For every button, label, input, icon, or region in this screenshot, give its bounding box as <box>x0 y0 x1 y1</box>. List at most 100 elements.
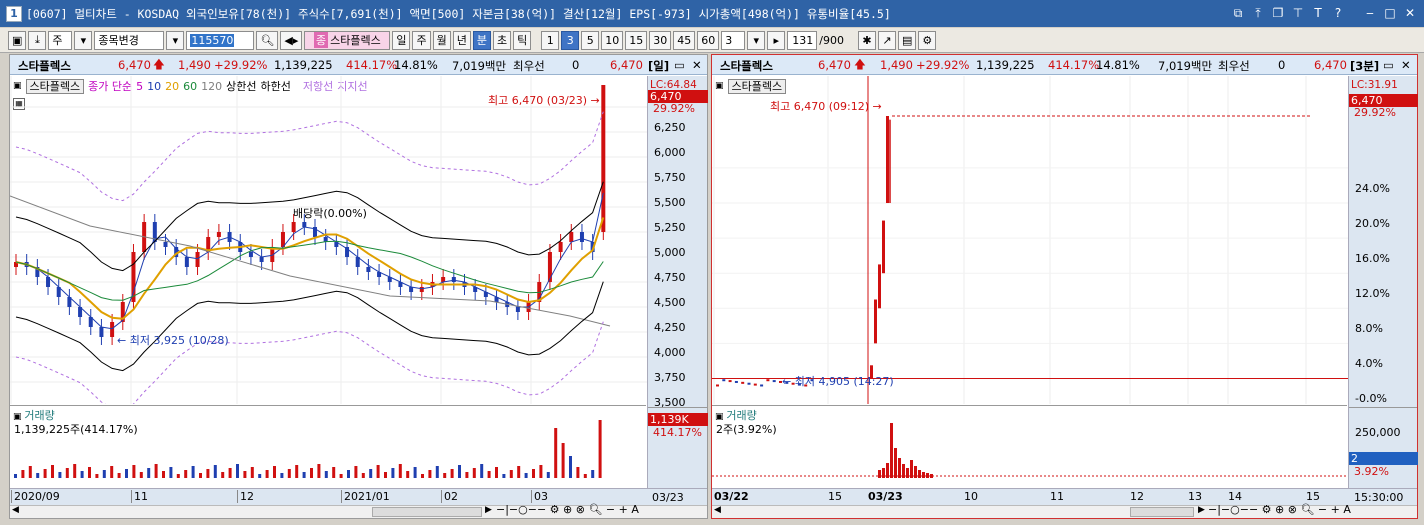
period-week[interactable]: 주 <box>412 30 431 50</box>
count-select[interactable]: 3 <box>721 30 746 50</box>
volume-bar <box>236 464 239 478</box>
close-panel-icon[interactable]: ✕ <box>1401 58 1411 72</box>
pin-top-icon[interactable]: ⤒ <box>1250 4 1266 22</box>
search-icon[interactable]: 🔍︎ <box>256 30 279 50</box>
stock-name-field[interactable]: 종 스타플렉스 <box>304 30 391 50</box>
volume-bar <box>898 458 901 478</box>
x-tick-label: 11 <box>131 490 148 503</box>
volume-bar <box>458 465 461 478</box>
minimize-button[interactable]: ‒ <box>1362 4 1378 22</box>
candle <box>441 277 446 282</box>
volume-bar <box>228 468 232 478</box>
minute-price-chart[interactable] <box>712 76 1348 404</box>
scroll-right-icon[interactable]: ▶ <box>485 505 492 515</box>
candle <box>547 252 552 282</box>
volume-bar <box>206 469 210 478</box>
candle <box>291 222 296 232</box>
speaker-icon[interactable]: ◀▸ <box>280 30 303 50</box>
volume-bar <box>361 473 365 478</box>
candle <box>716 384 719 387</box>
period-month[interactable]: 월 <box>432 30 451 50</box>
trend-icon[interactable]: ↗ <box>877 30 896 50</box>
stock-change-dropdown-icon[interactable]: ▾ <box>166 30 185 50</box>
horizontal-scrollbar[interactable]: ◀ ▶ −|−○−− ⚙ ⊕ ⊗ 🔍︎ − + A <box>10 503 707 518</box>
change-pct: +29.92% <box>916 58 970 72</box>
close-panel-icon[interactable]: ✕ <box>692 58 702 72</box>
volume-bar <box>324 471 328 478</box>
zoom-controls[interactable]: −|−○−− ⚙ ⊕ ⊗ 🔍︎ − + A <box>496 503 639 516</box>
zoom-controls[interactable]: −|−○−− ⚙ ⊕ ⊗ 🔍︎ − + A <box>1208 503 1351 516</box>
settings-icon[interactable]: ⚙ <box>918 30 937 50</box>
indicator-icon[interactable]: ✱ <box>857 30 876 50</box>
interval-60[interactable]: 60 <box>697 30 720 50</box>
link-icon[interactable]: ⧉ <box>1230 4 1246 22</box>
daily-price-chart[interactable] <box>10 76 647 404</box>
y-tick-label: 4,250 <box>654 321 686 334</box>
interval-30[interactable]: 30 <box>649 30 672 50</box>
save-icon[interactable]: ▤ <box>897 30 917 50</box>
restore-panel-icon[interactable]: ▭ <box>1383 58 1394 72</box>
date-box: 03/23 <box>652 491 684 504</box>
restore-panel-icon[interactable]: ▭ <box>674 58 685 72</box>
scroll-left-icon[interactable]: ◀ <box>714 505 721 515</box>
maximize-button[interactable]: □ <box>1382 4 1398 22</box>
candle <box>409 287 414 292</box>
count-dropdown-icon[interactable]: ▾ <box>747 30 766 50</box>
volume-bar <box>243 471 247 478</box>
daily-volume-chart[interactable] <box>10 406 647 478</box>
app-icon[interactable]: 1 <box>6 5 22 22</box>
period-tick[interactable]: 틱 <box>513 30 532 50</box>
volume-bar <box>280 473 284 478</box>
volume-bar <box>910 460 913 478</box>
pin-icon[interactable]: ⊤ <box>1290 4 1306 22</box>
code-input[interactable]: 115570 <box>186 30 255 50</box>
horizontal-scrollbar[interactable]: ◀ ▶ −|−○−− ⚙ ⊕ ⊗ 🔍︎ − + A <box>712 503 1417 518</box>
interval-10[interactable]: 10 <box>601 30 624 50</box>
market-dropdown-icon[interactable]: ▾ <box>74 30 93 50</box>
market-select[interactable]: 주 <box>48 30 73 50</box>
scroll-left-icon[interactable]: ◀ <box>12 505 19 515</box>
volume-tag: 1,139K <box>648 413 708 426</box>
volume-bar <box>213 465 217 478</box>
interval-15[interactable]: 15 <box>625 30 648 50</box>
candle <box>216 232 221 237</box>
volume-bar <box>428 470 432 478</box>
price-y-axis: LC:64.84 6,470 29.92% 6,250 6,000 5,750 5,5… <box>647 76 708 488</box>
pref-label: 최우선 <box>1218 59 1250 73</box>
scroll-thumb[interactable] <box>1130 507 1194 517</box>
interval-1[interactable]: 1 <box>541 30 560 50</box>
volume-bar <box>191 466 195 478</box>
period-day[interactable]: 일 <box>392 30 411 50</box>
page-current-input[interactable]: 131 <box>787 30 818 50</box>
volume: 1,139,225 <box>274 58 333 72</box>
interval-5[interactable]: 5 <box>581 30 600 50</box>
download-icon[interactable]: ⤓ <box>28 30 47 50</box>
y-tick-label: 5,750 <box>654 171 686 184</box>
y-tick-label: 4.0% <box>1355 357 1383 371</box>
font-icon[interactable]: T <box>1310 4 1326 22</box>
stock-change-select[interactable]: 종목변경 <box>94 30 165 50</box>
candle <box>579 232 584 242</box>
high-annotation: 최고 6,470 (09:12) → <box>770 100 882 113</box>
layout-icon[interactable]: ▣ <box>8 30 27 50</box>
volume-bar <box>154 464 158 478</box>
interval-45[interactable]: 45 <box>673 30 696 50</box>
volume-bar <box>539 465 543 478</box>
prev-page-icon[interactable]: ▸ <box>767 30 786 50</box>
restore-icon[interactable]: ❐ <box>1270 4 1286 22</box>
volume-bar <box>265 470 269 478</box>
volume-bar <box>369 469 373 478</box>
scroll-thumb[interactable] <box>372 507 482 517</box>
volume-bar <box>376 465 380 478</box>
scroll-right-icon[interactable]: ▶ <box>1198 505 1205 515</box>
close-button[interactable]: ✕ <box>1402 4 1418 22</box>
period-second[interactable]: 초 <box>492 30 512 50</box>
candle <box>163 242 168 247</box>
interval-3[interactable]: 3 <box>561 30 580 50</box>
volume-bar <box>598 420 602 478</box>
minute-volume-chart[interactable] <box>712 406 1348 478</box>
help-icon[interactable]: ? <box>1330 4 1346 22</box>
period-minute[interactable]: 분 <box>472 30 491 50</box>
volume-bar <box>169 467 173 478</box>
period-year[interactable]: 년 <box>452 30 471 50</box>
